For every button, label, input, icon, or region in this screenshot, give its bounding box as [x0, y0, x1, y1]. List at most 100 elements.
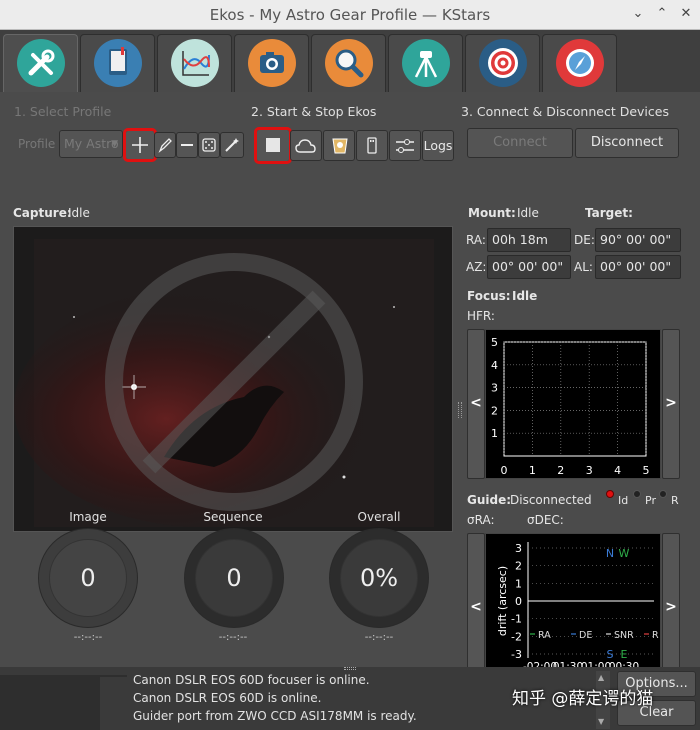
nebula-image: [14, 227, 452, 531]
focus-prev-button[interactable]: <: [467, 329, 485, 479]
scroll-down-icon: ▼: [598, 717, 605, 726]
indi-control-panel-button[interactable]: [290, 130, 322, 161]
image-progress-label: Image: [69, 510, 107, 524]
camera-icon: [248, 39, 296, 87]
guide-y-tick-label: -2: [511, 630, 522, 643]
capture-status: Idle: [68, 206, 90, 220]
tab-analyze[interactable]: [157, 34, 232, 92]
guide-prev-button[interactable]: <: [467, 533, 485, 683]
pr-led-icon: [633, 490, 641, 498]
tab-capture[interactable]: [234, 34, 309, 92]
overall-progress-value: 0%: [340, 539, 418, 617]
profile-dropdown[interactable]: My Astro ▼: [59, 130, 123, 158]
hfr-label: HFR:: [467, 309, 495, 323]
focus-status: Idle: [512, 289, 538, 303]
select-profile-heading: 1. Select Profile: [14, 104, 112, 119]
guide-legend-idle: Id: [618, 494, 629, 507]
scroll-up-icon: ▲: [598, 673, 605, 682]
float-button[interactable]: ⌃: [654, 6, 670, 22]
chevron-right-icon: >: [665, 599, 677, 615]
cloud-icon: [295, 139, 316, 153]
compass-west-label: W: [619, 547, 630, 560]
logs-button[interactable]: Logs: [422, 130, 454, 161]
sequence-progress-value: 0: [195, 539, 273, 617]
log-area: Canon DSLR EOS 60D focuser is online. Ca…: [0, 667, 700, 730]
magnifier-icon: [325, 39, 373, 87]
focus-label: Focus:: [467, 289, 511, 303]
guide-legend-label: DE: [579, 630, 592, 641]
tab-mount[interactable]: [388, 34, 463, 92]
focus-x-tick-label: 4: [614, 464, 621, 477]
remove-profile-button[interactable]: [176, 132, 198, 158]
window-title: Ekos - My Astro Gear Profile — KStars: [209, 6, 491, 24]
focus-x-tick-label: 0: [501, 464, 508, 477]
title-bar: Ekos - My Astro Gear Profile — KStars ⌄ …: [0, 0, 700, 30]
mount-label: Mount:: [468, 206, 516, 220]
chevron-down-icon: ▼: [111, 139, 118, 149]
image-progress-gauge: 0: [38, 528, 138, 628]
tab-scheduler[interactable]: [80, 34, 155, 92]
idle-led-icon: [606, 490, 614, 498]
add-profile-button[interactable]: [123, 128, 157, 162]
guide-legend-r: R: [671, 494, 679, 507]
random-profile-button[interactable]: [198, 132, 220, 158]
collapse-button[interactable]: ⌄: [630, 6, 646, 22]
focus-y-tick-label: 3: [491, 382, 498, 395]
connect-button[interactable]: Connect: [467, 128, 573, 158]
compass-east-label: E: [621, 648, 628, 661]
image-icon: [332, 138, 348, 154]
guide-y-tick-label: 0: [515, 595, 522, 608]
profile-label: Profile: [18, 137, 56, 151]
al-label: AL:: [574, 260, 593, 274]
guide-y-axis-label: drift (arcsec): [496, 566, 509, 636]
close-button[interactable]: ✕: [678, 6, 694, 22]
sequence-progress-label: Sequence: [203, 510, 263, 524]
edit-profile-button[interactable]: [154, 132, 176, 158]
focus-y-tick-label: 4: [491, 359, 498, 372]
r-led-icon: [659, 490, 667, 498]
fits-viewer-button[interactable]: [323, 130, 355, 161]
module-tabs: [0, 30, 700, 92]
focus-hfr-chart: 0 1 2 3 4 5 1 2 3 4 5: [485, 329, 661, 479]
az-label: AZ:: [466, 260, 487, 274]
device-manager-button[interactable]: [356, 130, 388, 161]
capture-preview-image: [13, 226, 453, 532]
stop-ekos-button[interactable]: [254, 127, 292, 164]
tab-guide[interactable]: [542, 34, 617, 92]
compass-icon: [556, 39, 604, 87]
telescope-icon: [402, 39, 450, 87]
overall-progress-gauge: 0%: [329, 528, 429, 628]
guide-legend-label: R: [652, 630, 659, 641]
compass-south-label: S: [607, 648, 614, 661]
image-progress-time: --:--:--: [73, 632, 103, 643]
guide-chart-svg: 3210-1-2-3-02:0001:3001:0000:30drift (ar…: [496, 542, 659, 673]
log-splitter-handle[interactable]: [344, 667, 356, 670]
overall-progress-label: Overall: [357, 510, 401, 524]
guide-next-button[interactable]: >: [662, 533, 680, 683]
guide-legend-pr: Pr: [645, 494, 656, 507]
usb-icon: [367, 137, 377, 154]
mount-status: Idle: [517, 206, 539, 220]
disconnect-button[interactable]: Disconnect: [575, 128, 679, 158]
tab-setup[interactable]: [3, 34, 78, 92]
al-field: 00° 00' 00": [595, 255, 681, 279]
focus-plot-frame: [503, 341, 647, 457]
az-field: 00° 00' 00": [487, 255, 571, 279]
stop-icon: [266, 138, 280, 152]
tools-icon: [17, 39, 65, 87]
guide-y-tick-label: 3: [515, 542, 522, 555]
tab-focus[interactable]: [311, 34, 386, 92]
watermark-text: 知乎 @薛定谔的猫: [512, 689, 654, 709]
wizard-button[interactable]: [220, 132, 244, 158]
log-gutter-edge: [100, 675, 127, 677]
overall-progress-time: --:--:--: [364, 632, 394, 643]
de-field: 90° 00' 00": [595, 228, 681, 252]
splitter-handle[interactable]: [458, 402, 462, 418]
focus-y-tick-label: 5: [491, 336, 498, 349]
tab-align[interactable]: [465, 34, 540, 92]
target-label: Target:: [585, 206, 633, 220]
sigma-ra-label: σRA:: [467, 513, 495, 527]
options-sliders-button[interactable]: [389, 130, 421, 161]
focus-next-button[interactable]: >: [662, 329, 680, 479]
pencil-icon: [158, 138, 172, 153]
